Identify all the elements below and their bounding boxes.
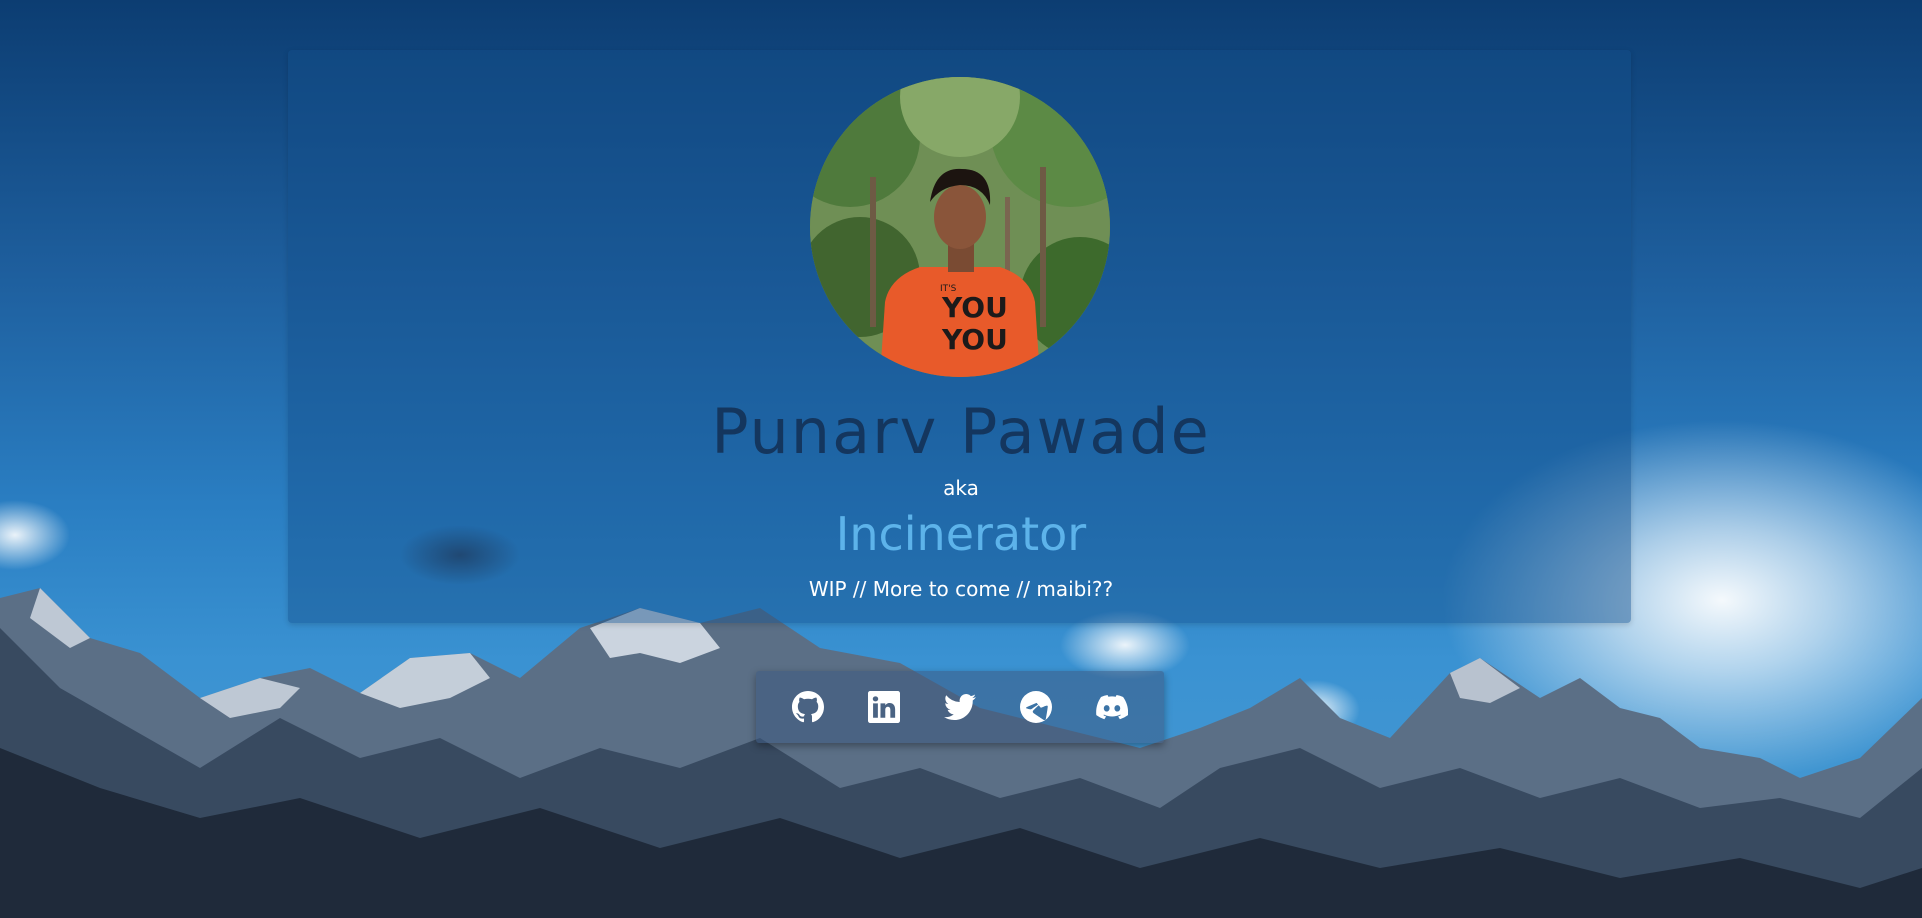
profile-name: Punarv Pawade xyxy=(711,395,1211,468)
linkedin-icon xyxy=(868,691,900,723)
profile-alias: Incinerator xyxy=(835,507,1087,561)
github-link[interactable] xyxy=(784,683,832,731)
social-links-bar xyxy=(756,671,1164,743)
telegram-link[interactable] xyxy=(1012,683,1060,731)
telegram-icon xyxy=(1020,691,1052,723)
twitter-link[interactable] xyxy=(936,683,984,731)
twitter-icon xyxy=(944,694,976,720)
aka-label: aka xyxy=(943,476,979,500)
github-icon xyxy=(792,691,824,723)
discord-icon xyxy=(1096,695,1128,720)
discord-link[interactable] xyxy=(1088,683,1136,731)
linkedin-link[interactable] xyxy=(860,683,908,731)
shirt-text-line2: YOU xyxy=(941,323,1008,356)
shirt-text-line1: YOU xyxy=(941,291,1008,324)
profile-avatar: IT'S YOU YOU xyxy=(810,77,1110,377)
profile-tagline: WIP // More to come // maibi?? xyxy=(808,577,1114,601)
